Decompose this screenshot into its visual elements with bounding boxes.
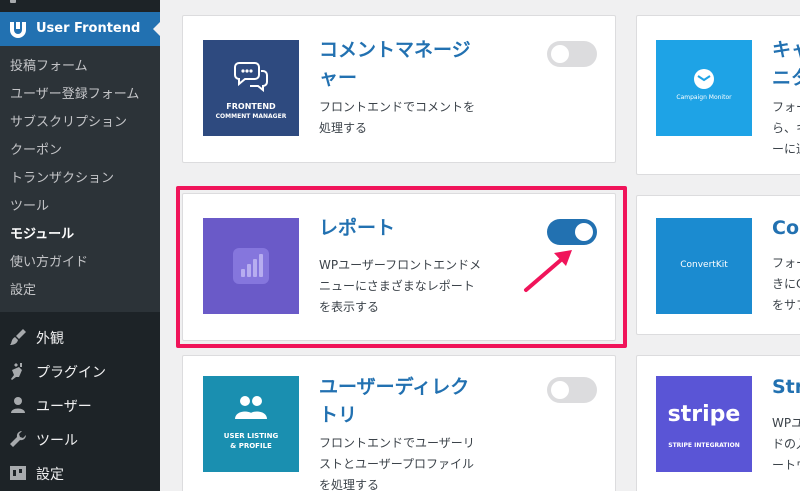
- campaign-monitor-icon: [694, 69, 714, 89]
- description-line: ら、キ: [772, 121, 800, 135]
- menu-item-label: 外観: [36, 331, 64, 347]
- module-title: コメントマネージャー: [319, 39, 471, 89]
- description-line: フォー: [772, 256, 800, 270]
- module-card-comment-manager: FRONTEND COMMENT MANAGER コメントマネージャー フロント…: [182, 15, 616, 163]
- menu-item-settings[interactable]: 設定: [0, 456, 160, 490]
- module-thumbnail: USER LISTING & PROFILE: [203, 376, 299, 472]
- module-title: Strip: [772, 376, 800, 398]
- module-title: ユーザーディレクトリ: [319, 376, 470, 426]
- toggle-knob: [575, 223, 593, 241]
- thumbnail-title: FRONTEND: [226, 102, 276, 111]
- submenu-item-transactions[interactable]: トランザクション: [0, 165, 160, 193]
- menu-item-label: プラグイン: [36, 365, 106, 381]
- toggle-knob: [551, 45, 569, 63]
- plugin-icon: [8, 361, 28, 381]
- module-card-convertkit: ConvertKit Co フォーきにC をサブ: [636, 195, 800, 335]
- module-card-stripe: stripe STRIPE INTEGRATION Strip WPユドの入ート…: [636, 355, 800, 491]
- admin-sidebar: User Frontend 投稿フォーム ユーザー登録フォーム サブスクリプショ…: [0, 0, 161, 491]
- module-thumbnail: ConvertKit: [656, 218, 752, 314]
- submenu-item-subscriptions[interactable]: サブスクリプション: [0, 109, 160, 137]
- module-toggle-user-directory[interactable]: [547, 377, 597, 403]
- menu-item-label: ツール: [36, 433, 78, 449]
- module-description: フロントエンドでユーザーリストとユーザープロファイルを処理する: [319, 436, 475, 491]
- thumbnail-title: stripe: [667, 402, 741, 427]
- module-description: WPユーザーフロントエンドメニューにさまざまなレポートを表示する: [319, 258, 482, 314]
- wrench-icon: [8, 429, 28, 449]
- thumbnail-subtitle: & PROFILE: [230, 442, 272, 450]
- module-card-campaign-monitor: Campaign Monitor キャニタ フォーら、キーに追: [636, 15, 800, 175]
- thumbnail-title: USER LISTING: [223, 432, 279, 440]
- module-title-line: ニタ: [772, 67, 800, 89]
- menu-item-user-frontend[interactable]: User Frontend: [0, 12, 161, 46]
- thumbnail-subtitle: STRIPE INTEGRATION: [668, 442, 740, 449]
- menu-item-tools[interactable]: ツール: [0, 422, 160, 456]
- module-title: Co: [772, 217, 799, 239]
- menu-item-label: 設定: [36, 467, 64, 483]
- module-thumbnail: [203, 218, 299, 314]
- module-description: フォーら、キーに追: [772, 97, 800, 160]
- module-thumbnail: stripe STRIPE INTEGRATION: [656, 376, 752, 472]
- module-title: レポート: [319, 217, 396, 239]
- submenu-item-tools[interactable]: ツール: [0, 193, 160, 221]
- users-group-icon: [235, 396, 267, 419]
- description-line: をサブ: [772, 298, 800, 312]
- description-line: ートウ: [772, 458, 800, 472]
- thumbnail-subtitle: COMMENT MANAGER: [215, 113, 287, 120]
- menu-item-plugins[interactable]: プラグイン: [0, 354, 160, 388]
- description-line: ーに追: [772, 142, 800, 156]
- module-thumbnail: Campaign Monitor: [656, 40, 752, 136]
- description-line: ドの入: [772, 437, 800, 451]
- previous-menu-item-partial: [0, 0, 160, 8]
- toggle-knob: [551, 381, 569, 399]
- settings-icon: [8, 463, 28, 483]
- submenu-item-settings[interactable]: 設定: [0, 277, 160, 305]
- bar-chart-icon: [233, 248, 269, 284]
- description-line: きにC: [772, 277, 800, 291]
- module-title-line: キャ: [772, 39, 800, 61]
- submenu-item-coupons[interactable]: クーポン: [0, 137, 160, 165]
- module-card-user-directory: USER LISTING & PROFILE ユーザーディレクトリ フロントエン…: [182, 355, 616, 491]
- module-toggle-reports[interactable]: [547, 219, 597, 245]
- submenu: 投稿フォーム ユーザー登録フォーム サブスクリプション クーポン トランザクショ…: [0, 46, 160, 312]
- submenu-item-help[interactable]: 使い方ガイド: [0, 249, 160, 277]
- module-title: キャニタ: [772, 36, 800, 92]
- submenu-item-post-forms[interactable]: 投稿フォーム: [0, 53, 160, 81]
- module-thumbnail: FRONTEND COMMENT MANAGER: [203, 40, 299, 136]
- module-description: フォーきにC をサブ: [772, 253, 800, 316]
- main-menu: 外観 プラグイン ユーザー ツール 設定: [0, 320, 160, 490]
- pointer-arrow-icon: [524, 250, 572, 292]
- comment-bubble-icon: [234, 62, 268, 93]
- menu-item-label: User Frontend: [36, 21, 141, 36]
- submenu-item-modules[interactable]: モジュール: [0, 221, 160, 249]
- users-icon: [8, 395, 28, 415]
- menu-item-label: ユーザー: [36, 399, 92, 415]
- current-menu-arrow: [153, 21, 161, 37]
- menu-item-appearance[interactable]: 外観: [0, 320, 160, 354]
- submenu-item-registration-forms[interactable]: ユーザー登録フォーム: [0, 81, 160, 109]
- description-line: WPユ: [772, 416, 800, 430]
- thumbnail-title: ConvertKit: [680, 260, 728, 270]
- thumbnail-title: Campaign Monitor: [676, 94, 732, 101]
- menu-item-users[interactable]: ユーザー: [0, 388, 160, 422]
- paintbrush-icon: [8, 327, 28, 347]
- module-description: フロントエンドでコメントを処理する: [319, 100, 476, 135]
- module-description: WPユドの入ートウ: [772, 413, 800, 476]
- user-frontend-logo-icon: [8, 19, 28, 39]
- module-toggle-comment-manager[interactable]: [547, 41, 597, 67]
- description-line: フォー: [772, 100, 800, 114]
